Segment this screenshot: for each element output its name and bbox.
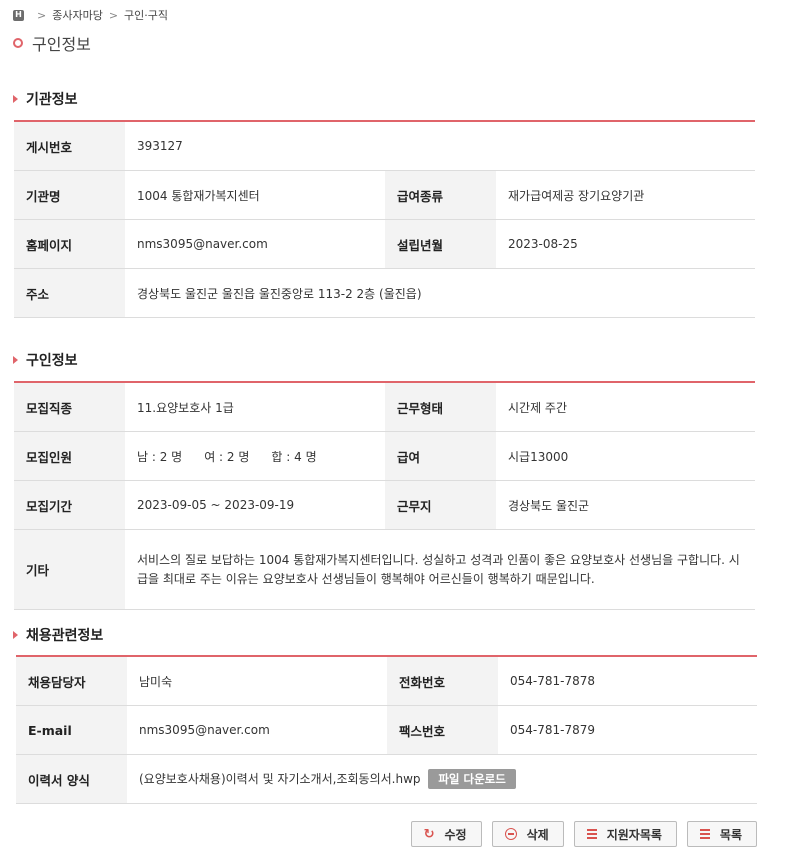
address-label: 주소 xyxy=(14,268,125,318)
resume-label: 이력서 양식 xyxy=(16,754,127,804)
section-hire-title: 채용관련정보 xyxy=(26,628,104,644)
table-row: 채용담당자 남미숙 전화번호 054-781-7878 xyxy=(16,656,757,706)
delete-button[interactable]: 삭제 xyxy=(491,821,564,847)
resume-file-name: (요양보호사채용)이력서 및 자기소개서,조회동의서.hwp xyxy=(139,772,421,786)
org-name-label: 기관명 xyxy=(14,170,125,220)
section-org-title: 기관정보 xyxy=(26,92,78,108)
email-label: E-mail xyxy=(16,705,127,755)
wage-value: 시급13000 xyxy=(496,431,755,481)
table-row: 모집인원 남 : 2 명 여 : 2 명 합 : 4 명 급여 시급13000 xyxy=(14,431,755,481)
benefit-type-value: 재가급여제공 장기요양기관 xyxy=(496,170,756,220)
etc-label: 기타 xyxy=(14,529,125,610)
delete-button-label: 삭제 xyxy=(526,827,549,842)
edit-button[interactable]: ↻ 수정 xyxy=(410,821,482,847)
circle-bullet-icon xyxy=(13,38,23,48)
list-button-label: 목록 xyxy=(719,827,742,842)
email-value[interactable]: nms3095@naver.com xyxy=(127,705,387,755)
file-download-button[interactable]: 파일 다운로드 xyxy=(428,769,516,789)
section-job-title: 구인정보 xyxy=(26,353,78,369)
wage-label: 급여 xyxy=(385,431,496,481)
manager-value: 남미숙 xyxy=(127,656,387,706)
period-value: 2023-09-05 ~ 2023-09-19 xyxy=(125,480,385,530)
position-value: 11.요양보호사 1급 xyxy=(125,382,385,432)
table-row: 모집직종 11.요양보호사 1급 근무형태 시간제 주간 xyxy=(14,382,755,432)
chevron-right-icon: > xyxy=(108,8,119,22)
location-label: 근무지 xyxy=(385,480,496,530)
headcount-female: 여 : 2 명 xyxy=(204,449,250,464)
headcount-male: 남 : 2 명 xyxy=(137,449,183,464)
post-no-value: 393127 xyxy=(125,121,756,171)
list-icon xyxy=(699,829,710,839)
etc-value: 서비스의 질로 보답하는 1004 통합재가복지센터입니다. 성실하고 성격과 … xyxy=(125,529,755,610)
table-row: 홈페이지 nms3095@naver.com 설립년월 2023-08-25 xyxy=(14,219,756,269)
established-label: 설립년월 xyxy=(385,219,496,269)
applicants-button[interactable]: 지원자목록 xyxy=(573,821,677,847)
table-row: 기관명 1004 통합재가복지센터 급여종류 재가급여제공 장기요양기관 xyxy=(14,170,756,220)
post-no-label: 게시번호 xyxy=(14,121,125,171)
resume-value: (요양보호사채용)이력서 및 자기소개서,조회동의서.hwp 파일 다운로드 xyxy=(127,754,757,804)
section-hire-heading: 채용관련정보 xyxy=(13,625,103,645)
headcount-value: 남 : 2 명 여 : 2 명 합 : 4 명 xyxy=(125,431,385,481)
location-value: 경상북도 울진군 xyxy=(496,480,755,530)
org-name-value: 1004 통합재가복지센터 xyxy=(125,170,385,220)
table-row: 이력서 양식 (요양보호사채용)이력서 및 자기소개서,조회동의서.hwp 파일… xyxy=(16,754,757,804)
list-button[interactable]: 목록 xyxy=(686,821,757,847)
table-row: 기타 서비스의 질로 보답하는 1004 통합재가복지센터입니다. 성실하고 성… xyxy=(14,529,755,610)
minus-circle-icon xyxy=(504,828,517,840)
position-label: 모집직종 xyxy=(14,382,125,432)
phone-value: 054-781-7878 xyxy=(498,656,757,706)
address-value: 경상북도 울진군 울진읍 울진중앙로 113-2 2층 (울진읍) xyxy=(125,268,756,318)
manager-label: 채용담당자 xyxy=(16,656,127,706)
benefit-type-label: 급여종류 xyxy=(385,170,496,220)
page-title-text: 구인정보 xyxy=(32,35,91,54)
table-row: 모집기간 2023-09-05 ~ 2023-09-19 근무지 경상북도 울진… xyxy=(14,480,755,530)
refresh-icon: ↻ xyxy=(423,826,435,842)
homepage-value[interactable]: nms3095@naver.com xyxy=(125,219,385,269)
action-buttons: ↻ 수정 삭제 지원자목록 목록 xyxy=(410,821,757,847)
breadcrumb-item-staff[interactable]: 종사자마당 xyxy=(52,7,103,23)
hire-info-table: 채용담당자 남미숙 전화번호 054-781-7878 E-mail nms30… xyxy=(16,655,757,804)
page-title: 구인정보 xyxy=(13,31,91,55)
headcount-total: 합 : 4 명 xyxy=(271,449,317,464)
section-job-heading: 구인정보 xyxy=(13,350,78,370)
triangle-bullet-icon xyxy=(13,631,18,639)
triangle-bullet-icon xyxy=(13,356,18,364)
breadcrumb: H > 종사자마당 > 구인·구직 xyxy=(13,8,168,22)
fax-value: 054-781-7879 xyxy=(498,705,757,755)
edit-button-label: 수정 xyxy=(444,827,467,842)
phone-label: 전화번호 xyxy=(387,656,498,706)
job-info-table: 모집직종 11.요양보호사 1급 근무형태 시간제 주간 모집인원 남 : 2 … xyxy=(14,381,755,610)
chevron-right-icon: > xyxy=(37,8,47,22)
work-type-label: 근무형태 xyxy=(385,382,496,432)
fax-label: 팩스번호 xyxy=(387,705,498,755)
homepage-label: 홈페이지 xyxy=(14,219,125,269)
established-value: 2023-08-25 xyxy=(496,219,756,269)
headcount-label: 모집인원 xyxy=(14,431,125,481)
list-icon xyxy=(586,829,597,839)
table-row: E-mail nms3095@naver.com 팩스번호 054-781-78… xyxy=(16,705,757,755)
table-row: 주소 경상북도 울진군 울진읍 울진중앙로 113-2 2층 (울진읍) xyxy=(14,268,756,318)
applicants-button-label: 지원자목록 xyxy=(606,827,662,842)
triangle-bullet-icon xyxy=(13,95,18,103)
breadcrumb-item-jobs[interactable]: 구인·구직 xyxy=(124,7,168,23)
org-info-table: 게시번호 393127 기관명 1004 통합재가복지센터 급여종류 재가급여제… xyxy=(14,120,756,318)
work-type-value: 시간제 주간 xyxy=(496,382,755,432)
section-org-heading: 기관정보 xyxy=(13,89,78,109)
period-label: 모집기간 xyxy=(14,480,125,530)
home-icon[interactable]: H xyxy=(13,9,24,21)
table-row: 게시번호 393127 xyxy=(14,121,756,171)
